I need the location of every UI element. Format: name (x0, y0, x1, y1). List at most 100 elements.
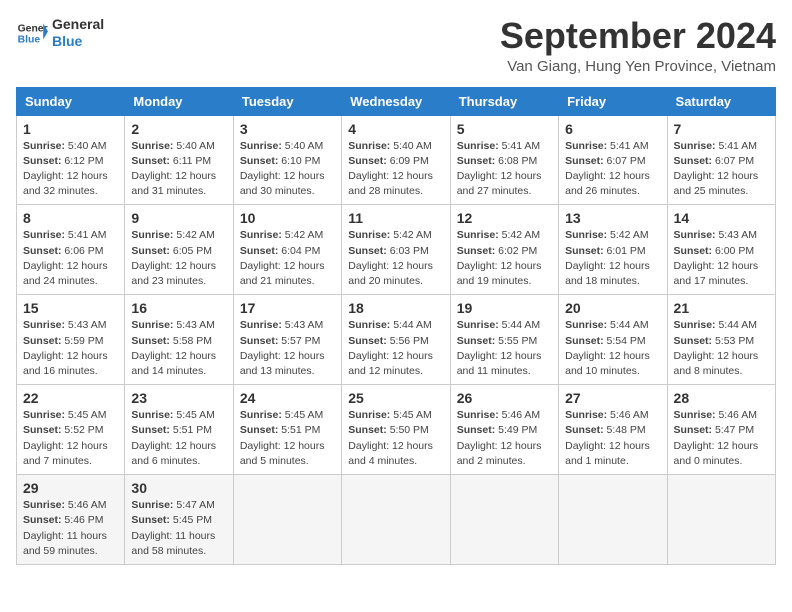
day-info: Sunrise: 5:45 AMSunset: 5:51 PMDaylight:… (240, 408, 335, 469)
day-number: 8 (23, 210, 118, 226)
day-info: Sunrise: 5:41 AMSunset: 6:07 PMDaylight:… (674, 139, 769, 200)
calendar-cell: 4 Sunrise: 5:40 AMSunset: 6:09 PMDaylight… (342, 115, 450, 205)
calendar-cell: 6Sunrise: 5:41 AMSunset: 6:07 PMDaylight… (559, 115, 667, 205)
day-number: 3 (240, 121, 335, 137)
calendar-cell: 5Sunrise: 5:41 AMSunset: 6:08 PMDaylight… (450, 115, 558, 205)
logo-blue: Blue (52, 33, 104, 50)
calendar-cell (559, 475, 667, 565)
calendar-cell: 18 Sunrise: 5:44 AMSunset: 5:56 PMDayligh… (342, 295, 450, 385)
day-number: 1 (23, 121, 118, 137)
calendar-cell: 17 Sunrise: 5:43 AMSunset: 5:57 PMDayligh… (233, 295, 341, 385)
calendar-header-thursday: Thursday (450, 87, 558, 115)
day-number: 27 (565, 390, 660, 406)
day-number: 23 (131, 390, 226, 406)
day-number: 14 (674, 210, 769, 226)
calendar-cell: 11Sunrise: 5:42 AMSunset: 6:03 PMDayligh… (342, 205, 450, 295)
day-number: 6 (565, 121, 660, 137)
calendar-cell: 2 Sunrise: 5:40 AMSunset: 6:11 PMDaylight… (125, 115, 233, 205)
calendar-header-monday: Monday (125, 87, 233, 115)
calendar-cell: 7 Sunrise: 5:41 AMSunset: 6:07 PMDaylight… (667, 115, 775, 205)
calendar-cell (667, 475, 775, 565)
calendar-cell: 13 Sunrise: 5:42 AMSunset: 6:01 PMDayligh… (559, 205, 667, 295)
day-info: Sunrise: 5:42 AMSunset: 6:02 PMDaylight:… (457, 228, 552, 289)
day-number: 9 (131, 210, 226, 226)
day-info: Sunrise: 5:40 AMSunset: 6:12 PMDaylight:… (23, 139, 118, 200)
day-info: Sunrise: 5:46 AMSunset: 5:47 PMDaylight:… (674, 408, 769, 469)
day-number: 10 (240, 210, 335, 226)
day-info: Sunrise: 5:44 AMSunset: 5:54 PMDaylight:… (565, 318, 660, 379)
calendar-cell: 20 Sunrise: 5:44 AMSunset: 5:54 PMDayligh… (559, 295, 667, 385)
day-number: 25 (348, 390, 443, 406)
day-info: Sunrise: 5:45 AMSunset: 5:52 PMDaylight:… (23, 408, 118, 469)
month-title: September 2024 (500, 16, 776, 56)
calendar-header-sunday: Sunday (17, 87, 125, 115)
day-number: 2 (131, 121, 226, 137)
day-info: Sunrise: 5:45 AMSunset: 5:50 PMDaylight:… (348, 408, 443, 469)
day-number: 22 (23, 390, 118, 406)
day-info: Sunrise: 5:42 AMSunset: 6:05 PMDaylight:… (131, 228, 226, 289)
calendar-cell: 24 Sunrise: 5:45 AMSunset: 5:51 PMDayligh… (233, 385, 341, 475)
day-info: Sunrise: 5:42 AMSunset: 6:01 PMDaylight:… (565, 228, 660, 289)
day-number: 18 (348, 300, 443, 316)
calendar-cell: 21Sunrise: 5:44 AMSunset: 5:53 PMDayligh… (667, 295, 775, 385)
day-info: Sunrise: 5:45 AMSunset: 5:51 PMDaylight:… (131, 408, 226, 469)
day-info: Sunrise: 5:46 AMSunset: 5:49 PMDaylight:… (457, 408, 552, 469)
calendar-week-2: 8 Sunrise: 5:41 AMSunset: 6:06 PMDaylight… (17, 205, 776, 295)
title-block: September 2024 Van Giang, Hung Yen Provi… (500, 16, 776, 75)
day-number: 17 (240, 300, 335, 316)
day-number: 19 (457, 300, 552, 316)
day-info: Sunrise: 5:42 AMSunset: 6:04 PMDaylight:… (240, 228, 335, 289)
calendar-cell: 8 Sunrise: 5:41 AMSunset: 6:06 PMDaylight… (17, 205, 125, 295)
calendar-cell: 26 Sunrise: 5:46 AMSunset: 5:49 PMDayligh… (450, 385, 558, 475)
day-number: 15 (23, 300, 118, 316)
day-info: Sunrise: 5:41 AMSunset: 6:06 PMDaylight:… (23, 228, 118, 289)
day-info: Sunrise: 5:44 AMSunset: 5:56 PMDaylight:… (348, 318, 443, 379)
day-info: Sunrise: 5:43 AMSunset: 5:57 PMDaylight:… (240, 318, 335, 379)
calendar-week-5: 29Sunrise: 5:46 AMSunset: 5:46 PMDayligh… (17, 475, 776, 565)
calendar-header-saturday: Saturday (667, 87, 775, 115)
calendar-cell: 23 Sunrise: 5:45 AMSunset: 5:51 PMDayligh… (125, 385, 233, 475)
svg-text:Blue: Blue (18, 34, 41, 45)
day-number: 12 (457, 210, 552, 226)
day-number: 26 (457, 390, 552, 406)
day-info: Sunrise: 5:42 AMSunset: 6:03 PMDaylight:… (348, 228, 443, 289)
calendar-cell: 19Sunrise: 5:44 AMSunset: 5:55 PMDayligh… (450, 295, 558, 385)
calendar-cell (342, 475, 450, 565)
calendar-cell: 16Sunrise: 5:43 AMSunset: 5:58 PMDayligh… (125, 295, 233, 385)
day-number: 21 (674, 300, 769, 316)
day-info: Sunrise: 5:40 AMSunset: 6:10 PMDaylight:… (240, 139, 335, 200)
calendar-cell: 22 Sunrise: 5:45 AMSunset: 5:52 PMDayligh… (17, 385, 125, 475)
calendar-header-row: SundayMondayTuesdayWednesdayThursdayFrid… (17, 87, 776, 115)
day-number: 20 (565, 300, 660, 316)
calendar-cell (450, 475, 558, 565)
calendar-cell: 12 Sunrise: 5:42 AMSunset: 6:02 PMDayligh… (450, 205, 558, 295)
logo: General Blue General Blue (16, 16, 104, 50)
logo-general: General (52, 16, 104, 33)
day-info: Sunrise: 5:40 AMSunset: 6:11 PMDaylight:… (131, 139, 226, 200)
day-number: 24 (240, 390, 335, 406)
calendar-header-friday: Friday (559, 87, 667, 115)
day-number: 30 (131, 480, 226, 496)
page-header: General Blue General Blue September 2024… (16, 16, 776, 75)
calendar-week-3: 15Sunrise: 5:43 AMSunset: 5:59 PMDayligh… (17, 295, 776, 385)
day-info: Sunrise: 5:46 AMSunset: 5:48 PMDaylight:… (565, 408, 660, 469)
calendar-cell: 3 Sunrise: 5:40 AMSunset: 6:10 PMDaylight… (233, 115, 341, 205)
calendar-cell: 30Sunrise: 5:47 AMSunset: 5:45 PMDayligh… (125, 475, 233, 565)
calendar-week-4: 22 Sunrise: 5:45 AMSunset: 5:52 PMDayligh… (17, 385, 776, 475)
calendar-cell: 29Sunrise: 5:46 AMSunset: 5:46 PMDayligh… (17, 475, 125, 565)
day-info: Sunrise: 5:40 AMSunset: 6:09 PMDaylight:… (348, 139, 443, 200)
calendar-cell: 1 Sunrise: 5:40 AMSunset: 6:12 PMDaylight… (17, 115, 125, 205)
calendar-cell: 28 Sunrise: 5:46 AMSunset: 5:47 PMDayligh… (667, 385, 775, 475)
day-number: 13 (565, 210, 660, 226)
day-number: 29 (23, 480, 118, 496)
calendar-cell (233, 475, 341, 565)
day-number: 4 (348, 121, 443, 137)
day-number: 16 (131, 300, 226, 316)
calendar-cell: 9 Sunrise: 5:42 AMSunset: 6:05 PMDaylight… (125, 205, 233, 295)
day-info: Sunrise: 5:43 AMSunset: 6:00 PMDaylight:… (674, 228, 769, 289)
calendar-header-wednesday: Wednesday (342, 87, 450, 115)
day-info: Sunrise: 5:41 AMSunset: 6:08 PMDaylight:… (457, 139, 552, 200)
day-number: 28 (674, 390, 769, 406)
day-number: 7 (674, 121, 769, 137)
calendar-cell: 15Sunrise: 5:43 AMSunset: 5:59 PMDayligh… (17, 295, 125, 385)
